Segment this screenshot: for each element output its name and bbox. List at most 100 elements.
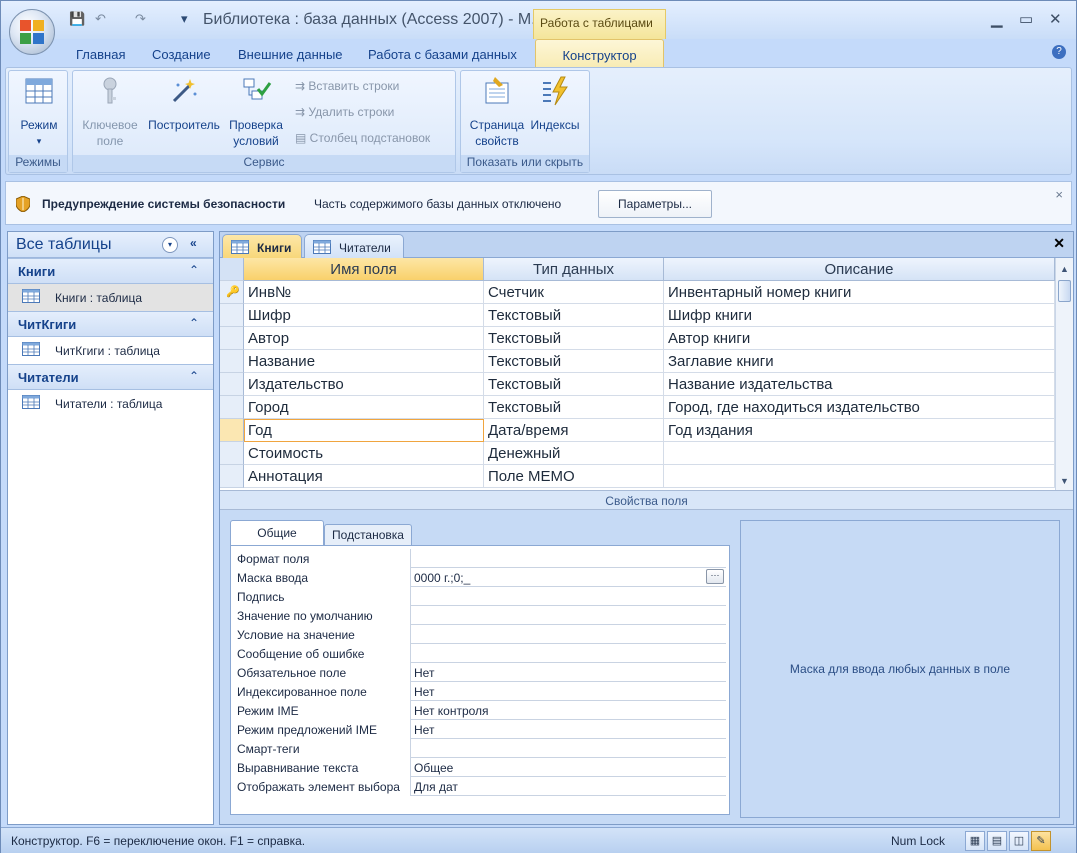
row-selector[interactable]: 🔑 — [220, 281, 244, 304]
doc-tab-books[interactable]: Книги — [222, 234, 302, 258]
field-name-cell[interactable]: Шифр — [244, 304, 484, 327]
tab-lookup[interactable]: Подстановка — [324, 524, 412, 545]
data-type-cell[interactable]: Текстовый — [484, 304, 664, 327]
description-cell[interactable]: Год издания — [664, 419, 1055, 442]
field-name-cell[interactable]: Стоимость — [244, 442, 484, 465]
data-type-cell[interactable]: Текстовый — [484, 396, 664, 419]
description-cell[interactable]: Название издательства — [664, 373, 1055, 396]
field-name-cell[interactable]: Инв№ — [244, 281, 484, 304]
nav-group-books[interactable]: Книги ⌃ — [8, 258, 213, 284]
description-cell[interactable]: Инвентарный номер книги — [664, 281, 1055, 304]
insert-rows-button[interactable]: ⇉ Вставить строки — [295, 79, 399, 93]
scroll-thumb[interactable] — [1058, 280, 1071, 302]
property-value[interactable] — [412, 644, 726, 663]
scroll-down-icon[interactable]: ▼ — [1060, 476, 1069, 486]
security-options-button[interactable]: Параметры... — [598, 190, 712, 218]
property-value[interactable] — [412, 739, 726, 758]
field-name-cell[interactable]: Год — [244, 419, 484, 442]
pivot-chart-view-icon[interactable]: ◫ — [1009, 831, 1029, 851]
description-cell[interactable]: Шифр книги — [664, 304, 1055, 327]
field-name-cell[interactable]: Издательство — [244, 373, 484, 396]
nav-group-reader-books[interactable]: ЧитКгиги ⌃ — [8, 311, 213, 337]
close-window-button[interactable]: ✕ — [1049, 10, 1062, 28]
scroll-up-icon[interactable]: ▲ — [1060, 264, 1069, 274]
minimize-button[interactable]: ▁ — [991, 10, 1003, 28]
field-name-cell[interactable]: Название — [244, 350, 484, 373]
property-value[interactable]: 0000 г.;0;_ ··· — [412, 568, 726, 587]
tab-create[interactable]: Создание — [152, 47, 211, 62]
help-icon[interactable]: ? — [1052, 45, 1066, 59]
nav-item-readers-table[interactable]: Читатели : таблица — [8, 390, 213, 417]
description-cell[interactable]: Город, где находиться издательство — [664, 396, 1055, 419]
description-cell[interactable] — [664, 442, 1055, 465]
nav-item-reader-books-table[interactable]: ЧитКгиги : таблица — [8, 337, 213, 364]
row-selector[interactable] — [220, 373, 244, 396]
row-selector[interactable] — [220, 327, 244, 350]
lookup-column-button[interactable]: ▤ Столбец подстановок — [295, 131, 430, 145]
field-name-cell[interactable]: Аннотация — [244, 465, 484, 488]
column-header-data-type[interactable]: Тип данных — [484, 258, 664, 281]
row-selector[interactable] — [220, 304, 244, 327]
close-security-bar-icon[interactable]: × — [1055, 187, 1063, 202]
datasheet-view-icon[interactable]: ▦ — [965, 831, 985, 851]
tab-design[interactable]: Конструктор — [535, 39, 664, 67]
tab-home[interactable]: Главная — [76, 47, 125, 62]
grid-corner[interactable] — [220, 258, 244, 281]
property-value[interactable] — [412, 606, 726, 625]
data-type-cell[interactable]: Поле МЕМО — [484, 465, 664, 488]
property-value[interactable]: Для дат — [412, 777, 726, 796]
tab-database-tools[interactable]: Работа с базами данных — [368, 47, 517, 62]
property-sheet-button[interactable]: Страница свойств — [465, 75, 529, 149]
maximize-button[interactable]: ▭ — [1019, 10, 1033, 28]
design-view-icon[interactable]: ✎ — [1031, 831, 1051, 851]
indexes-button[interactable]: Индексы — [527, 75, 583, 133]
field-name-cell[interactable]: Автор — [244, 327, 484, 350]
description-cell[interactable]: Автор книги — [664, 327, 1055, 350]
data-type-cell[interactable]: Дата/время — [484, 419, 664, 442]
input-mask-builder-button[interactable]: ··· — [706, 569, 724, 584]
property-value[interactable] — [412, 625, 726, 644]
chevron-up-icon[interactable]: ⌃ — [189, 369, 199, 383]
close-document-icon[interactable]: ✕ — [1053, 235, 1065, 252]
field-name-cell[interactable]: Город — [244, 396, 484, 419]
property-value[interactable] — [412, 587, 726, 606]
tab-general[interactable]: Общие — [230, 520, 324, 546]
redo-icon[interactable]: ↷ — [135, 11, 146, 27]
primary-key-button[interactable]: Ключевое поле — [75, 75, 145, 149]
chevron-up-icon[interactable]: ⌃ — [189, 316, 199, 330]
property-value[interactable]: Нет — [412, 720, 726, 739]
undo-icon[interactable]: ↶ — [95, 11, 106, 27]
row-selector[interactable] — [220, 350, 244, 373]
property-value[interactable] — [412, 549, 726, 568]
data-type-cell[interactable]: Текстовый — [484, 327, 664, 350]
data-type-cell[interactable]: Денежный — [484, 442, 664, 465]
property-value[interactable]: Нет — [412, 682, 726, 701]
customize-quick-access-icon[interactable]: ▾ — [181, 11, 188, 27]
nav-group-readers[interactable]: Читатели ⌃ — [8, 364, 213, 390]
data-type-cell[interactable]: Текстовый — [484, 350, 664, 373]
row-selector[interactable] — [220, 396, 244, 419]
row-selector[interactable] — [220, 419, 244, 442]
data-type-cell[interactable]: Текстовый — [484, 373, 664, 396]
pivot-table-view-icon[interactable]: ▤ — [987, 831, 1007, 851]
property-value[interactable]: Нет — [412, 663, 726, 682]
nav-item-books-table[interactable]: Книги : таблица — [8, 284, 213, 311]
description-cell[interactable] — [664, 465, 1055, 488]
column-header-description[interactable]: Описание — [664, 258, 1055, 281]
row-selector[interactable] — [220, 465, 244, 488]
builder-ribbon-button[interactable]: Построитель — [145, 75, 223, 133]
data-type-cell[interactable]: Счетчик — [484, 281, 664, 304]
property-value[interactable]: Нет контроля — [412, 701, 726, 720]
test-validation-button[interactable]: Проверка условий — [223, 75, 289, 149]
save-icon[interactable]: 💾 — [69, 11, 85, 27]
tab-external-data[interactable]: Внешние данные — [238, 47, 343, 62]
nav-pane-collapse-icon[interactable]: « — [190, 236, 197, 250]
column-header-field-name[interactable]: Имя поля — [244, 258, 484, 281]
grid-vertical-scrollbar[interactable]: ▲ ▼ — [1055, 258, 1073, 490]
office-button[interactable] — [9, 9, 55, 55]
nav-pane-header[interactable]: Все таблицы ▾ « — [8, 232, 213, 258]
description-cell[interactable]: Заглавие книги — [664, 350, 1055, 373]
delete-rows-button[interactable]: ⇉ Удалить строки — [295, 105, 394, 119]
property-value[interactable]: Общее — [412, 758, 726, 777]
view-button[interactable]: Режим ▾ — [13, 75, 65, 149]
